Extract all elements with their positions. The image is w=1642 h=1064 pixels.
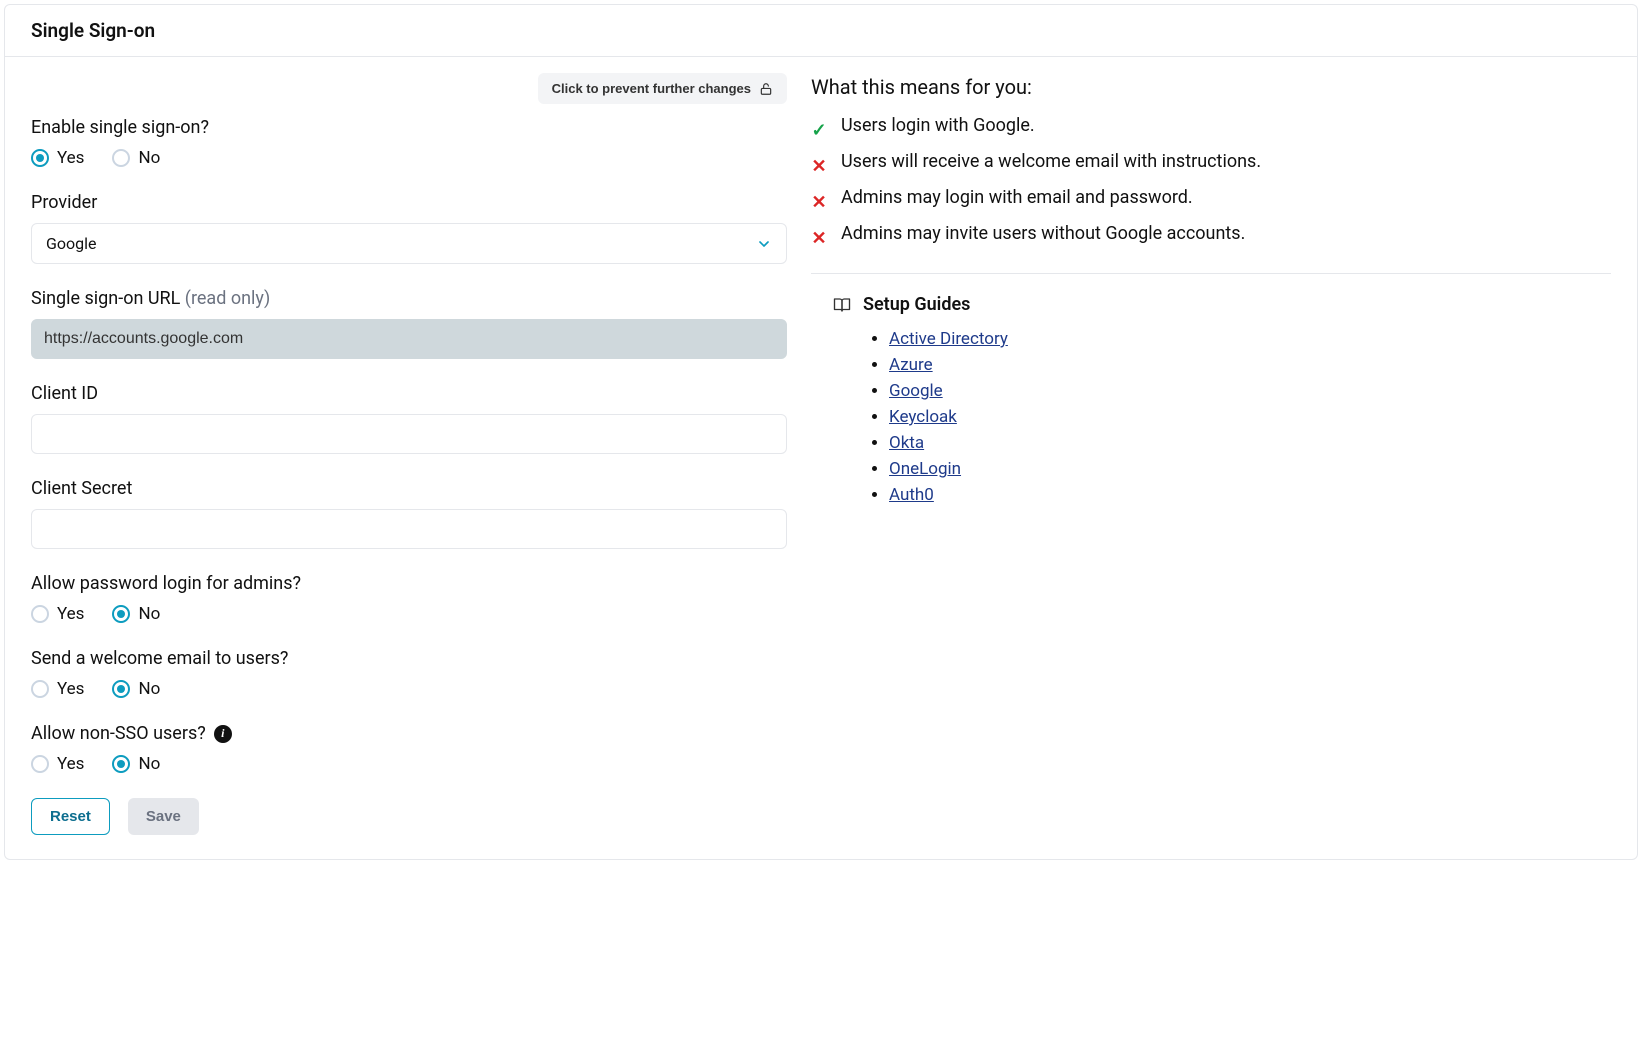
welcome-email-no[interactable]: No [112, 679, 160, 699]
guide-item: OneLogin [889, 459, 1611, 479]
meaning-item: ✕ Admins may login with email and passwor… [811, 187, 1611, 213]
client-secret-input[interactable] [31, 509, 787, 549]
radio-label: Yes [57, 604, 84, 624]
reset-button[interactable]: Reset [31, 798, 110, 835]
guide-item: Keycloak [889, 407, 1611, 427]
cross-icon: ✕ [811, 228, 827, 249]
unlock-icon [759, 82, 773, 96]
chevron-down-icon [756, 236, 772, 252]
guide-item: Active Directory [889, 329, 1611, 349]
welcome-email-yes[interactable]: Yes [31, 679, 84, 699]
sso-settings-card: Single Sign-on Click to prevent further … [4, 4, 1638, 860]
provider-label: Provider [31, 192, 787, 213]
provider-select[interactable]: Google [31, 223, 787, 264]
guide-item: Okta [889, 433, 1611, 453]
radio-icon [112, 149, 130, 167]
allow-password-admins-radios: Yes No [31, 604, 787, 624]
radio-label: No [138, 679, 160, 699]
guide-link[interactable]: Active Directory [889, 329, 1008, 349]
allow-password-admins-no[interactable]: No [112, 604, 160, 624]
guide-item: Auth0 [889, 485, 1611, 505]
enable-sso-no[interactable]: No [112, 148, 160, 168]
readonly-hint: (read only) [185, 288, 270, 309]
page-title: Single Sign-on [31, 19, 1611, 42]
provider-value: Google [46, 234, 97, 253]
card-header: Single Sign-on [5, 5, 1637, 57]
meaning-item: ✕ Users will receive a welcome email with… [811, 151, 1611, 177]
lock-button-label: Click to prevent further changes [552, 81, 751, 96]
guide-link[interactable]: OneLogin [889, 459, 961, 479]
meaning-item: ✓ Users login with Google. [811, 115, 1611, 141]
radio-icon [31, 680, 49, 698]
allow-password-admins-label: Allow password login for admins? [31, 573, 787, 594]
book-icon [833, 296, 851, 314]
radio-label: No [138, 148, 160, 168]
content-area: Click to prevent further changes Enable … [5, 57, 1637, 859]
save-button[interactable]: Save [128, 798, 199, 835]
welcome-email-label: Send a welcome email to users? [31, 648, 787, 669]
meaning-text: Admins may login with email and password… [841, 187, 1193, 208]
guide-link[interactable]: Keycloak [889, 407, 957, 427]
cross-icon: ✕ [811, 156, 827, 177]
guide-item: Azure [889, 355, 1611, 375]
cross-icon: ✕ [811, 192, 827, 213]
client-id-label: Client ID [31, 383, 787, 404]
guide-link[interactable]: Azure [889, 355, 933, 375]
form-buttons: Reset Save [31, 798, 787, 835]
client-secret-label: Client Secret [31, 478, 787, 499]
welcome-email-group: Send a welcome email to users? Yes No [31, 648, 787, 699]
radio-icon [112, 755, 130, 773]
guide-link[interactable]: Auth0 [889, 485, 934, 505]
meaning-item: ✕ Admins may invite users without Google … [811, 223, 1611, 249]
client-id-group: Client ID [31, 383, 787, 454]
allow-non-sso-radios: Yes No [31, 754, 787, 774]
radio-icon [31, 149, 49, 167]
allow-password-admins-yes[interactable]: Yes [31, 604, 84, 624]
form-column: Click to prevent further changes Enable … [5, 57, 787, 835]
meaning-list: ✓ Users login with Google. ✕ Users will rec… [811, 115, 1611, 249]
radio-label: No [138, 754, 160, 774]
info-icon[interactable]: i [214, 725, 232, 743]
enable-sso-yes[interactable]: Yes [31, 148, 84, 168]
check-icon: ✓ [811, 120, 827, 141]
guide-link[interactable]: Google [889, 381, 943, 401]
guides-header: Setup Guides [811, 294, 1611, 315]
info-column: What this means for you: ✓ Users login wi… [811, 57, 1637, 835]
radio-label: Yes [57, 754, 84, 774]
sso-url-input [31, 319, 787, 359]
allow-non-sso-label: Allow non-SSO users? i [31, 723, 787, 744]
radio-label: Yes [57, 679, 84, 699]
radio-label: No [138, 604, 160, 624]
radio-label: Yes [57, 148, 84, 168]
client-secret-group: Client Secret [31, 478, 787, 549]
allow-non-sso-yes[interactable]: Yes [31, 754, 84, 774]
provider-group: Provider Google [31, 192, 787, 264]
client-id-input[interactable] [31, 414, 787, 454]
guides-title: Setup Guides [863, 294, 970, 315]
enable-sso-radios: Yes No [31, 148, 787, 168]
radio-icon [31, 755, 49, 773]
sso-url-group: Single sign-on URL (read only) [31, 288, 787, 359]
meaning-text: Admins may invite users without Google a… [841, 223, 1245, 244]
welcome-email-radios: Yes No [31, 679, 787, 699]
guide-link[interactable]: Okta [889, 433, 924, 453]
allow-non-sso-no[interactable]: No [112, 754, 160, 774]
radio-icon [112, 680, 130, 698]
divider [811, 273, 1611, 274]
lock-settings-button[interactable]: Click to prevent further changes [538, 73, 787, 104]
guides-list: Active Directory Azure Google Keycloak Okta O… [811, 329, 1611, 505]
meaning-text: Users will receive a welcome email with … [841, 151, 1261, 172]
meaning-title: What this means for you: [811, 75, 1611, 99]
allow-non-sso-group: Allow non-SSO users? i Yes No [31, 723, 787, 774]
radio-icon [31, 605, 49, 623]
allow-password-admins-group: Allow password login for admins? Yes No [31, 573, 787, 624]
enable-sso-label: Enable single sign-on? [31, 117, 787, 138]
radio-icon [112, 605, 130, 623]
sso-url-label: Single sign-on URL (read only) [31, 288, 787, 309]
meaning-text: Users login with Google. [841, 115, 1035, 136]
guide-item: Google [889, 381, 1611, 401]
enable-sso-group: Enable single sign-on? Yes No [31, 117, 787, 168]
